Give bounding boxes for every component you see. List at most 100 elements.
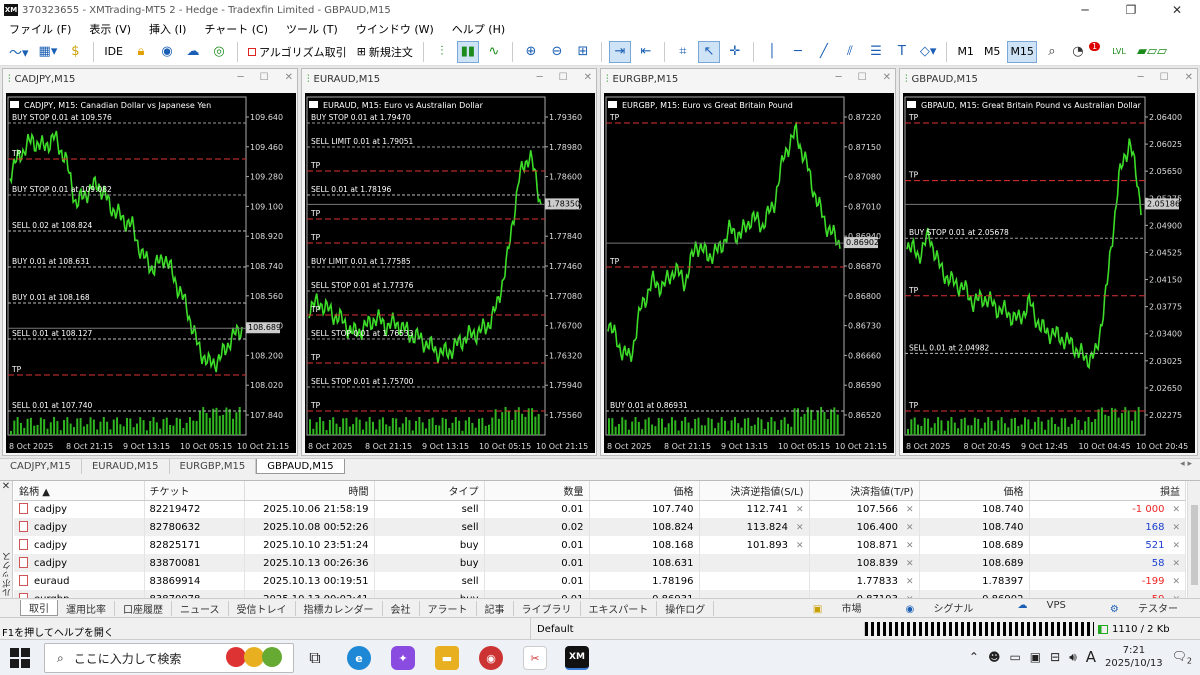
tab-trade[interactable]: 取引 (20, 600, 58, 616)
chart-maximize-button[interactable]: ☐ (1160, 72, 1169, 83)
fibo-icon[interactable]: ☰ (865, 41, 887, 63)
zoom-out-icon[interactable]: ⊖ (546, 41, 568, 63)
tab-alerts[interactable]: アラート (420, 600, 477, 616)
search-icon[interactable]: ⌕ (1041, 41, 1063, 63)
menu-help[interactable]: ヘルプ (H) (443, 21, 514, 37)
menu-window[interactable]: ウインドウ (W) (347, 21, 443, 37)
col-time[interactable]: 時間 (244, 481, 375, 501)
xm-taskbar-icon[interactable]: XM (565, 646, 589, 670)
chart-minimize-button[interactable]: ─ (238, 72, 244, 83)
ide-button[interactable]: IDE (101, 41, 126, 63)
chart-window-gbpaud[interactable]: ⫶ GBPAUD,M15 ─ ☐ ✕ 2.06400 2.06025 2.05650 2.0… (899, 68, 1198, 456)
ime-indicator[interactable]: A (1086, 648, 1096, 666)
remove-level-icon[interactable]: ✕ (906, 577, 914, 587)
col-price[interactable]: 価格 (589, 481, 700, 501)
notification-center-icon[interactable]: 🗨︎2 (1172, 649, 1192, 665)
status-traffic[interactable]: 1110 / 2 Kb (1098, 624, 1170, 635)
chart-close-button[interactable]: ✕ (285, 72, 293, 83)
people-icon[interactable]: ☻ (988, 650, 1001, 664)
menu-chart[interactable]: チャート (C) (195, 21, 277, 37)
col-sl[interactable]: 決済逆指値(S/L) (699, 481, 810, 501)
chart-tab[interactable]: EURAUD,M15 (82, 459, 170, 474)
close-position-icon[interactable]: ✕ (1172, 505, 1180, 515)
tab-articles[interactable]: 記事 (477, 600, 514, 616)
chart-canvas[interactable]: 1.793601.789801.786001.782201.778401.774… (305, 93, 595, 453)
col-profit[interactable]: 損益 (1029, 481, 1186, 501)
chart-type-icon[interactable]: 〜▾ (6, 41, 32, 63)
lock-icon[interactable]: 🔒︎ (130, 41, 152, 63)
display-icon[interactable]: ▣ (1030, 650, 1041, 664)
tab-exposure[interactable]: 運用比率 (58, 600, 115, 616)
crosshair-icon[interactable]: ✛ (724, 41, 746, 63)
table-row[interactable]: euraud 83869914 2025.10.13 00:19:51 sell 0.0… (14, 572, 1186, 590)
cloud-icon[interactable]: ☁ (182, 41, 204, 63)
remove-level-icon[interactable]: ✕ (796, 523, 804, 533)
menu-tools[interactable]: ツール (T) (277, 21, 347, 37)
chart-window-euraud[interactable]: ⫶ EURAUD,M15 ─ ☐ ✕ 1.79360 1.78980 1.78600 1.7… (301, 68, 597, 456)
chevron-up-icon[interactable]: ⌃ (969, 650, 979, 664)
bar-chart-icon[interactable]: ⫶ (431, 41, 453, 63)
market-tab[interactable]: ▣ 市場 (797, 600, 878, 615)
chart-canvas[interactable]: 109.640 109.460 109.280 109.100 108.920 108.7… (6, 93, 296, 453)
zoom-in-icon[interactable]: ⊕ (520, 41, 542, 63)
remove-level-icon[interactable]: ✕ (796, 541, 804, 551)
chart-minimize-button[interactable]: ─ (1138, 72, 1144, 83)
col-volume[interactable]: 数量 (484, 481, 590, 501)
tab-library[interactable]: ライブラリ (514, 600, 581, 616)
tab-company[interactable]: 会社 (383, 600, 420, 616)
tab-scroll-arrows[interactable]: ◂ ▸ (1180, 459, 1192, 469)
templates-icon[interactable]: ▦▾ (36, 41, 61, 63)
remove-level-icon[interactable]: ✕ (796, 505, 804, 515)
candle-chart-icon[interactable]: ▮▮ (456, 40, 479, 63)
close-position-icon[interactable]: ✕ (1172, 541, 1180, 551)
col-type[interactable]: タイプ (374, 481, 485, 501)
close-button[interactable]: ✕ (1154, 0, 1200, 20)
new-order-button[interactable]: ⊞ 新規注文 (354, 41, 416, 63)
tab-journal[interactable]: 操作ログ (657, 600, 715, 616)
close-position-icon[interactable]: ✕ (1172, 577, 1180, 587)
chrome-icon[interactable]: ◉ (479, 646, 503, 670)
timeframe-m15[interactable]: M15 (1007, 40, 1037, 63)
chart-tab[interactable]: EURGBP,M15 (170, 459, 257, 474)
copilot-icon[interactable]: ✦ (391, 646, 415, 670)
vps-tab[interactable]: ☁ VPS (1001, 600, 1081, 615)
vertical-line-icon[interactable]: │ (761, 41, 783, 63)
task-view-icon[interactable]: ⧉ (303, 646, 327, 670)
chart-tab-selected[interactable]: GBPAUD,M15 (256, 459, 345, 474)
remove-level-icon[interactable]: ✕ (906, 541, 914, 551)
lvl-icon[interactable]: LVL (1108, 41, 1130, 63)
battery-icon[interactable]: ▭ (1009, 650, 1020, 664)
close-position-icon[interactable]: ✕ (1172, 559, 1180, 569)
menu-view[interactable]: 表示 (V) (80, 21, 140, 37)
timeframe-m1[interactable]: M1 (954, 41, 977, 63)
chart-minimize-button[interactable]: ─ (836, 72, 842, 83)
chart-canvas[interactable]: 2.064002.060252.056502.052752.049002.045… (903, 93, 1195, 453)
tab-experts[interactable]: エキスパート (581, 600, 658, 616)
timeframe-m5[interactable]: M5 (981, 41, 1004, 63)
autoscroll-icon[interactable]: ⇥ (608, 40, 631, 63)
col-current-price[interactable]: 価格 (919, 481, 1030, 501)
chart-close-button[interactable]: ✕ (883, 72, 891, 83)
signals-tab[interactable]: ◉ シグナル (890, 600, 990, 615)
text-icon[interactable]: T (891, 41, 913, 63)
chart-window-cadjpy[interactable]: ⫶ CADJPY,M15 ─ ☐ ✕ 109.640 109.460 109.280 109… (2, 68, 298, 456)
menu-file[interactable]: ファイル (F) (0, 21, 80, 37)
channel-icon[interactable]: ⫽ (839, 41, 861, 63)
chart-close-button[interactable]: ✕ (1185, 72, 1193, 83)
tab-history[interactable]: 口座履歴 (115, 600, 172, 616)
clock[interactable]: 7:21 2025/10/13 (1105, 644, 1163, 670)
col-tp[interactable]: 決済指値(T/P) (809, 481, 920, 501)
signal-icon[interactable]: ◉ (156, 41, 178, 63)
chart-maximize-button[interactable]: ☐ (858, 72, 867, 83)
status-profile[interactable]: Default (530, 618, 860, 640)
remove-level-icon[interactable]: ✕ (906, 559, 914, 569)
edge-icon[interactable]: e (347, 646, 371, 670)
remove-level-icon[interactable]: ✕ (906, 523, 914, 533)
tab-mailbox[interactable]: 受信トレイ (229, 600, 296, 616)
trendline-icon[interactable]: ╱ (813, 41, 835, 63)
chart-tab[interactable]: CADJPY,M15 (0, 459, 82, 474)
dollar-icon[interactable]: $ (64, 41, 86, 63)
volume-icon[interactable]: 🔊︎ (1069, 650, 1077, 665)
screenshot-icon[interactable]: ⌗ (672, 41, 694, 63)
windows-start-icon[interactable] (10, 648, 30, 668)
